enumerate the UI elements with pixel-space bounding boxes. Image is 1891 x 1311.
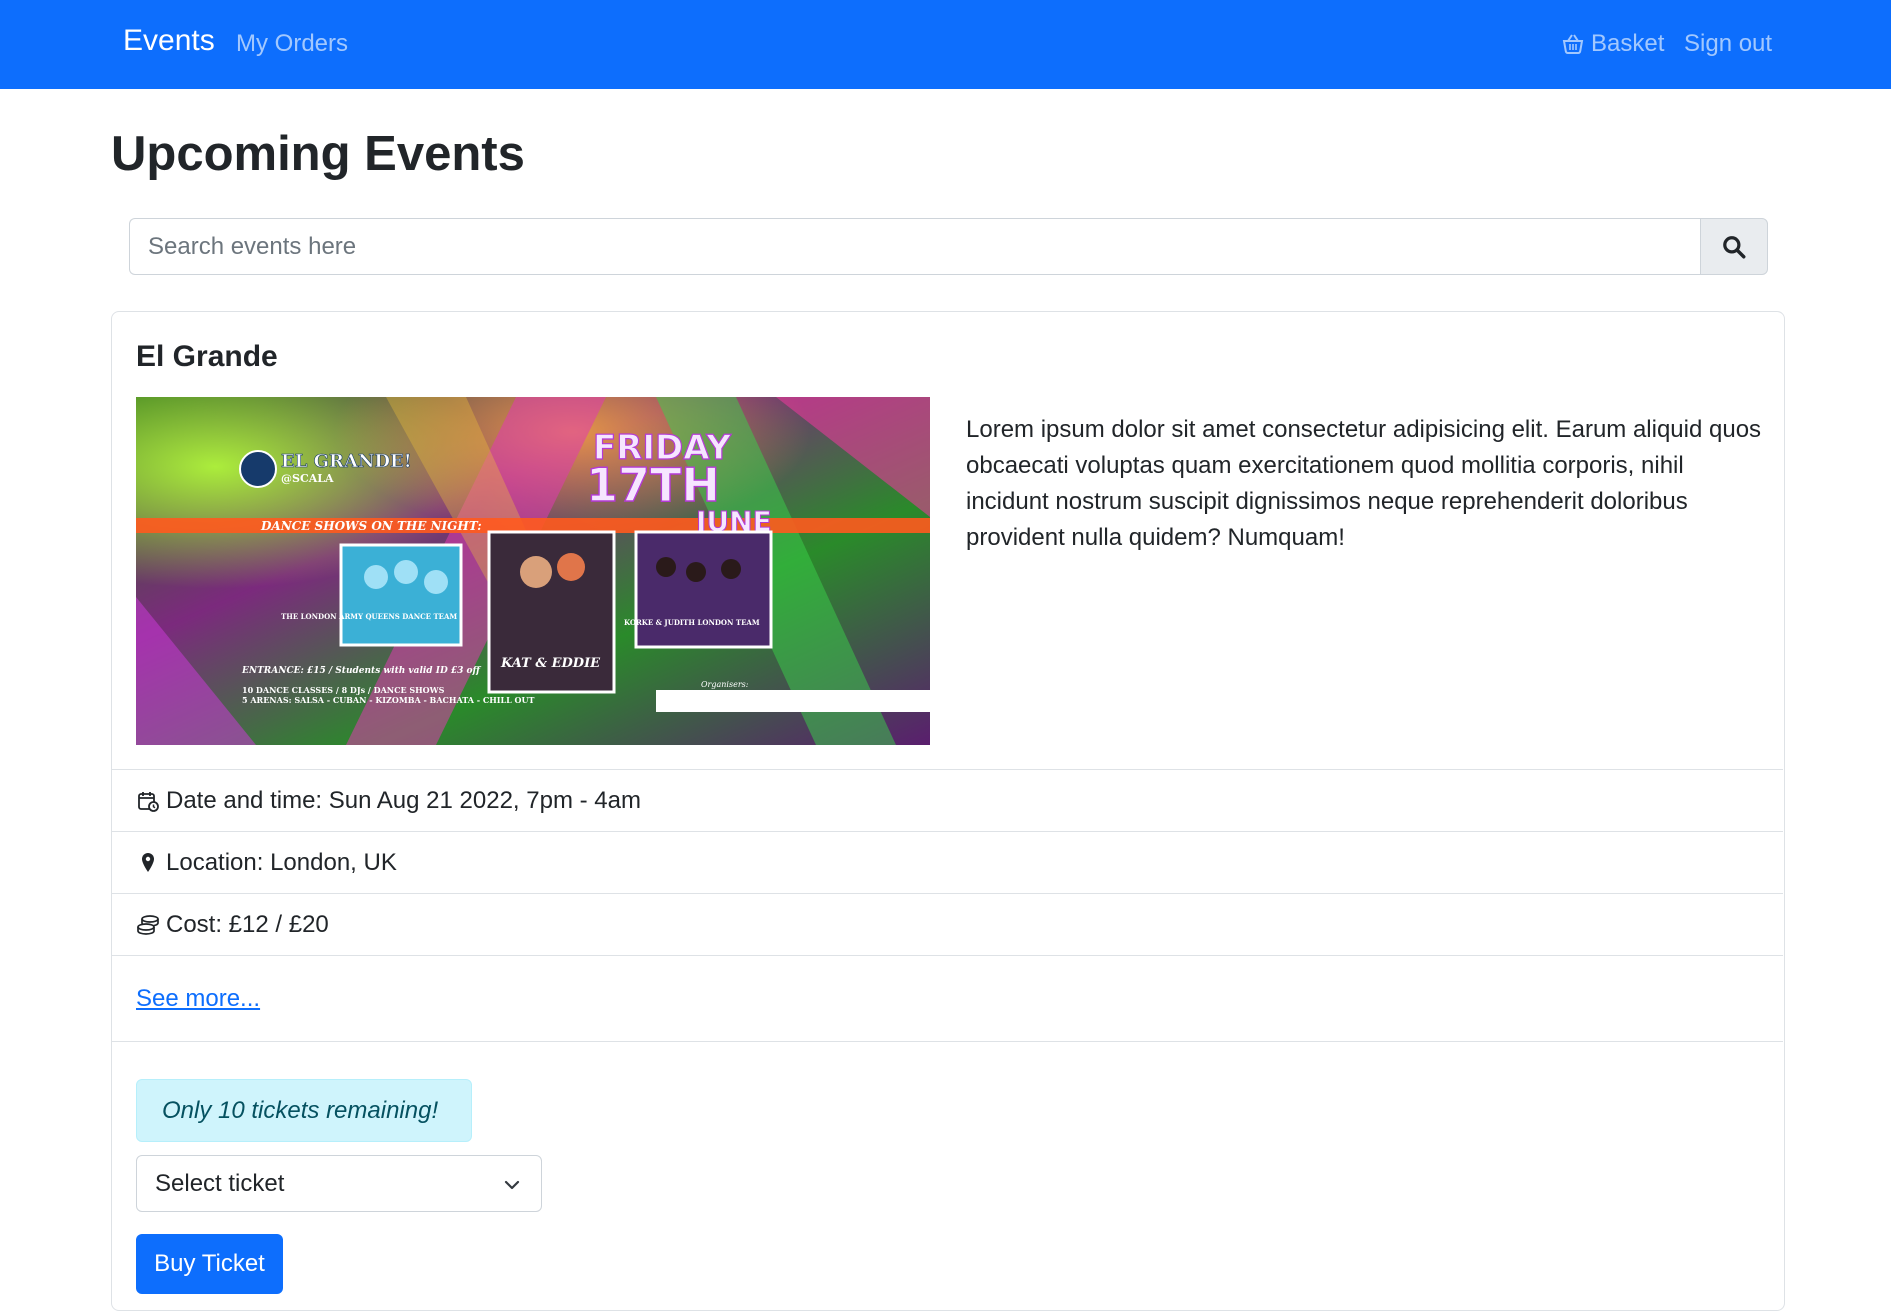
map-pin-icon	[136, 851, 160, 875]
poster-team-3: KORKE & JUDITH LONDON TEAM	[624, 618, 760, 627]
event-title: El Grande	[136, 340, 278, 373]
calendar-clock-icon	[136, 789, 160, 813]
poster-logo-title: EL GRANDE!	[281, 451, 412, 472]
search-group	[129, 218, 1768, 275]
poster-organisers: Organisers:	[701, 680, 749, 689]
buy-ticket-button[interactable]: Buy Ticket	[136, 1234, 283, 1294]
tickets-remaining-alert: Only 10 tickets remaining!	[136, 1079, 472, 1142]
search-button[interactable]	[1700, 218, 1768, 275]
poster-heading-2: 17TH	[586, 458, 720, 512]
see-more-row: See more...	[112, 955, 1783, 1041]
poster-classes: 10 DANCE CLASSES / 8 DJs / DANCE SHOWS	[242, 685, 445, 695]
event-date-text: Date and time: Sun Aug 21 2022, 7pm - 4a…	[166, 786, 641, 814]
coins-icon	[136, 913, 160, 937]
ticket-select-value: Select ticket	[155, 1169, 285, 1197]
page-title: Upcoming Events	[111, 127, 525, 181]
event-location-text: Location: London, UK	[166, 848, 397, 876]
see-more-link[interactable]: See more...	[136, 985, 260, 1013]
poster-team-1: THE LONDON ARMY QUEENS DANCE TEAM	[281, 612, 457, 621]
event-location-row: Location: London, UK	[112, 831, 1783, 893]
poster-logo-subtitle: @SCALA	[281, 472, 334, 485]
basket-icon	[1561, 32, 1585, 56]
event-poster-image: DANCE SHOWS ON THE NIGHT: EL GRANDE! @SC…	[136, 397, 930, 745]
poster-arenas: 5 ARENAS: SALSA - CUBAN - KIZOMBA - BACH…	[242, 695, 534, 705]
navbar: Events My Orders Basket Sign out	[0, 0, 1891, 89]
search-icon	[1721, 234, 1747, 260]
ticket-purchase-section: Only 10 tickets remaining! Select ticket…	[112, 1041, 1783, 1311]
nav-sign-out[interactable]: Sign out	[1684, 30, 1772, 58]
poster-entrance: ENTRANCE: £15 / Students with valid ID £…	[241, 666, 482, 676]
nav-basket[interactable]: Basket	[1561, 30, 1664, 58]
brand-link[interactable]: Events	[123, 24, 215, 58]
poster-team-2: KAT & EDDIE	[500, 656, 601, 671]
event-card: El Grande DANCE SHOWS ON THE NIGHT: EL G…	[111, 311, 1785, 1311]
event-date-row: Date and time: Sun Aug 21 2022, 7pm - 4a…	[112, 769, 1783, 831]
search-input[interactable]	[129, 218, 1700, 275]
event-cost-text: Cost: £12 / £20	[166, 910, 329, 938]
event-description: Lorem ipsum dolor sit amet consectetur a…	[966, 416, 1762, 551]
ticket-select[interactable]: Select ticket	[136, 1155, 542, 1212]
event-cost-row: Cost: £12 / £20	[112, 893, 1783, 955]
basket-label: Basket	[1591, 30, 1665, 57]
nav-my-orders[interactable]: My Orders	[236, 30, 348, 58]
poster-banner-text: DANCE SHOWS ON THE NIGHT:	[260, 519, 482, 533]
